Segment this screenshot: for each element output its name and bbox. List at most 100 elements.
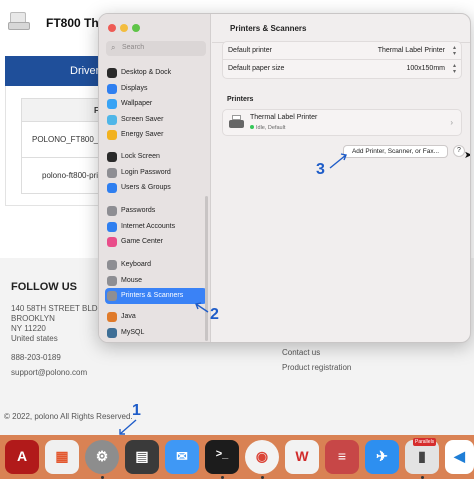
parallels-badge: Parallels	[413, 438, 437, 446]
passwords-icon	[107, 206, 117, 216]
default-printer-value: Thermal Label Printer	[377, 47, 445, 54]
contact-us-link[interactable]: Contact us	[282, 348, 320, 357]
address: 140 58TH STREET BLDG A BROOKLYN NY 11220…	[11, 304, 111, 344]
sidebar-item-label: Game Center	[121, 238, 164, 245]
internet-accounts-icon	[107, 221, 117, 232]
add-printer-button-label: Add Printer, Scanner, or Fax...	[351, 148, 440, 155]
screen-saver-icon	[107, 114, 117, 125]
launchpad-icon[interactable]: ▦	[45, 440, 79, 474]
keyboard-icon	[107, 260, 117, 270]
lock-screen-icon	[107, 152, 117, 162]
system-settings-window: ⌕ Search Desktop & Dock Displays Wallpap…	[98, 13, 471, 343]
search-icon: ⌕	[111, 43, 116, 52]
printers-heading: Printers	[227, 96, 254, 103]
calculator-icon[interactable]: ▤	[125, 440, 159, 474]
settings-sidebar: ⌕ Search Desktop & Dock Displays Wallpap…	[99, 14, 211, 342]
copyright: © 2022, polono All Rights Reserved.	[4, 412, 133, 421]
minimize-window-button[interactable]	[120, 24, 128, 32]
wps-icon[interactable]: W	[285, 440, 319, 474]
sidebar-item-label: Passwords	[121, 207, 156, 214]
up-down-chevron-icon: ▴ ▾	[452, 45, 456, 57]
displays-icon	[107, 83, 117, 94]
mail-icon[interactable]: ✉	[165, 440, 199, 474]
follow-us-heading: FOLLOW US	[11, 281, 77, 293]
terminal-icon[interactable]: >_	[205, 440, 239, 474]
sidebar-item-label: Energy Saver	[121, 131, 164, 138]
mysql-workbench-icon[interactable]: ≡	[325, 440, 359, 474]
testflight-icon[interactable]: ✈	[365, 440, 399, 474]
game-center-icon	[107, 237, 117, 247]
annotation-number-1: 1	[132, 402, 141, 419]
zoom-window-button[interactable]	[132, 24, 140, 32]
sidebar-item-wallpaper[interactable]: Wallpaper	[105, 96, 207, 112]
app-glyph: W	[295, 448, 309, 464]
sidebar-group: Desktop & Dock Displays Wallpaper Screen…	[105, 65, 207, 143]
sidebar-item-login-password[interactable]: Login Password	[105, 165, 207, 181]
app-glyph: ✈	[376, 448, 388, 464]
close-window-button[interactable]	[108, 24, 116, 32]
email-link[interactable]: support@polono.com	[11, 368, 87, 377]
app-glyph: ▮	[418, 448, 426, 464]
app-glyph: ◉	[255, 448, 269, 464]
system-settings-icon[interactable]: ⚙	[85, 440, 119, 474]
product-registration-link[interactable]: Product registration	[282, 363, 351, 372]
sidebar-item-internet-accounts[interactable]: Internet Accounts	[105, 219, 207, 235]
login-password-icon	[107, 167, 117, 178]
address-line: United states	[11, 334, 58, 343]
sidebar-item-mysql[interactable]: MySQL	[105, 325, 207, 341]
search-placeholder: Search	[122, 44, 145, 51]
printer-list-item[interactable]: Thermal Label Printer Idle, Default ›	[222, 109, 462, 136]
search-input[interactable]: ⌕ Search	[106, 41, 206, 56]
printer-icon	[229, 115, 244, 130]
sidebar-item-mouse[interactable]: Mouse	[105, 273, 207, 289]
vscode-icon[interactable]: ◀	[445, 440, 474, 474]
sidebar-item-label: Mouse	[121, 276, 143, 284]
sidebar-item-label: Printers & Scanners	[121, 292, 184, 299]
acrobat-icon[interactable]: A	[5, 440, 39, 474]
printer-name: Thermal Label Printer	[250, 114, 318, 121]
sidebar-group: Java MySQL	[105, 309, 207, 340]
sidebar-item-label: Lock Screen	[121, 153, 160, 160]
sidebar-scrollbar[interactable]	[205, 196, 208, 341]
default-paper-value: 100x150mm	[406, 65, 445, 72]
sidebar-group: Lock Screen Login Password Users & Group…	[105, 149, 207, 196]
sidebar-item-label: Java	[121, 313, 136, 320]
sidebar-item-screen-saver[interactable]: Screen Saver	[105, 112, 207, 128]
chevron-right-icon: ›	[450, 118, 453, 127]
default-printer-label: Default printer	[228, 47, 272, 54]
default-printer-select[interactable]: Default printer Thermal Label Printer ▴ ▾	[222, 41, 462, 60]
sidebar-item-printers-scanners[interactable]: Printers & Scanners	[105, 288, 207, 304]
mouse-icon	[107, 275, 117, 286]
app-glyph: >_	[215, 448, 229, 460]
mouse-cursor-icon: ➤	[464, 150, 470, 161]
sidebar-item-label: Wallpaper	[121, 100, 153, 107]
annotation-number-3: 3	[316, 161, 325, 178]
help-label: ?	[457, 147, 461, 154]
sidebar-item-energy-saver[interactable]: Energy Saver	[105, 127, 207, 143]
address-line: 140 58TH STREET BLDG A	[11, 304, 111, 313]
table-cell: polono-ft800-pri	[42, 171, 99, 180]
app-glyph: ▤	[135, 448, 149, 464]
default-paper-size-select[interactable]: Default paper size 100x150mm ▴ ▾	[222, 60, 462, 79]
sidebar-item-passwords[interactable]: Passwords	[105, 203, 207, 219]
sidebar-item-game-center[interactable]: Game Center	[105, 234, 207, 250]
add-printer-button[interactable]: Add Printer, Scanner, or Fax...	[343, 145, 448, 158]
up-down-chevron-icon: ▴ ▾	[452, 63, 456, 75]
sidebar-item-lock-screen[interactable]: Lock Screen	[105, 149, 207, 165]
chrome-icon[interactable]: ◉	[245, 440, 279, 474]
app-glyph: ⚙	[95, 448, 109, 464]
sidebar-item-keyboard[interactable]: Keyboard	[105, 257, 207, 273]
address-line: BROOKLYN	[11, 314, 55, 323]
phone-number[interactable]: 888-203-0189	[11, 353, 61, 362]
sidebar-group: Passwords Internet Accounts Game Center	[105, 203, 207, 250]
sidebar-item-label: Login Password	[121, 168, 171, 176]
sidebar-item-java[interactable]: Java	[105, 309, 207, 325]
sidebar-item-label: MySQL	[121, 328, 145, 336]
printer-status-text: Idle, Default	[256, 125, 286, 131]
sidebar-item-displays[interactable]: Displays	[105, 81, 207, 97]
sidebar-item-label: Screen Saver	[121, 115, 164, 123]
sidebar-item-users-groups[interactable]: Users & Groups	[105, 180, 207, 196]
printer-status: Idle, Default	[250, 125, 285, 131]
sidebar-item-desktop-dock[interactable]: Desktop & Dock	[105, 65, 207, 81]
users-groups-icon	[107, 183, 117, 193]
